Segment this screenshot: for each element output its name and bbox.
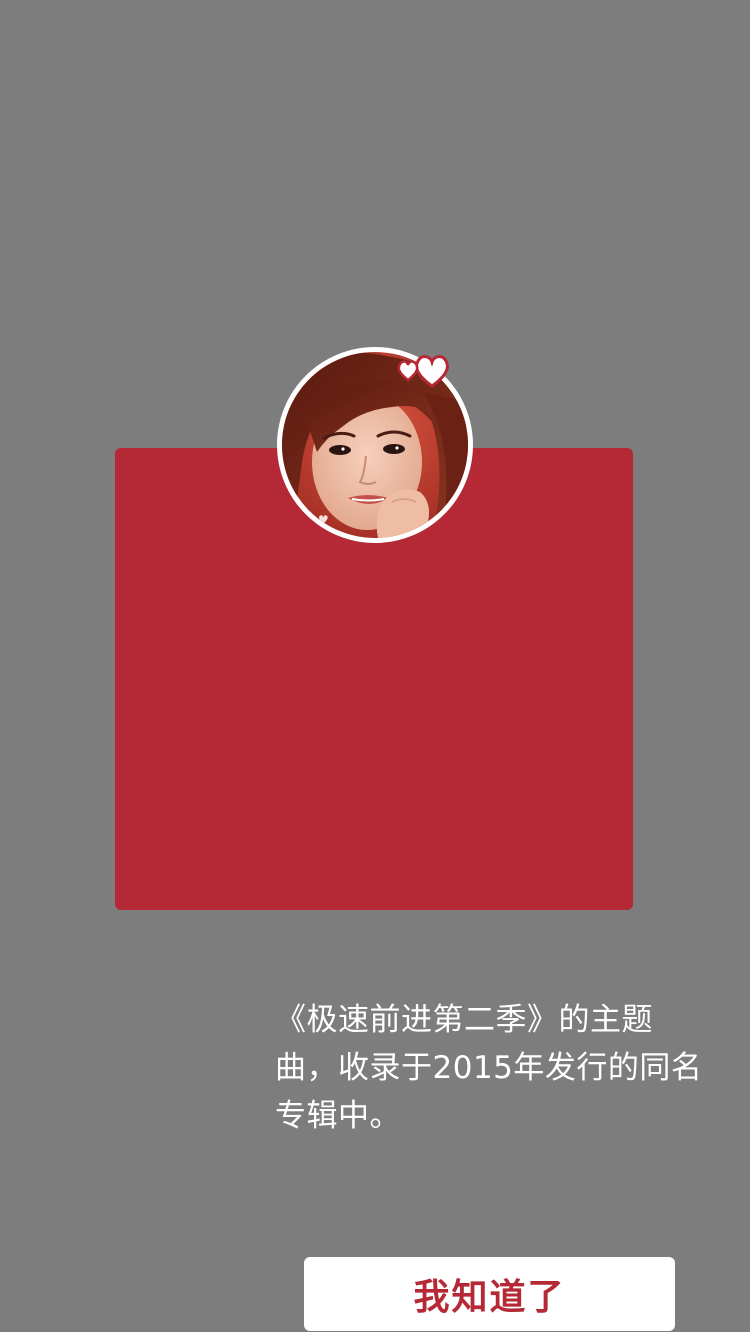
heart-icon xyxy=(397,355,449,388)
dialog-message: 《极速前进第二季》的主题曲，收录于2015年发行的同名专辑中。 xyxy=(275,1002,703,1134)
svg-text:♥: ♥ xyxy=(318,513,329,527)
confirm-button[interactable]: 我知道了 xyxy=(304,1257,675,1331)
